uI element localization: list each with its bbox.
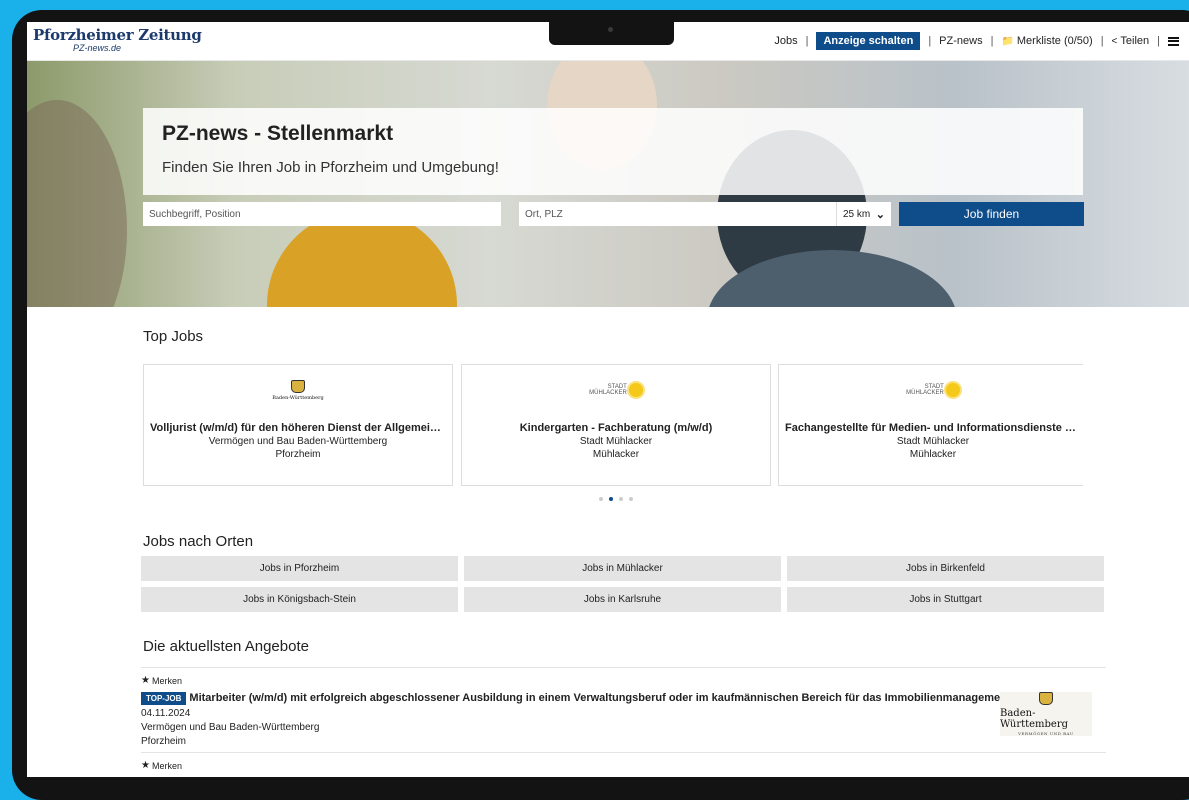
nav-jobs-link[interactable]: Jobs <box>774 35 797 47</box>
folder-icon: 📁 <box>1001 36 1014 47</box>
city-link-karlsruhe[interactable]: Jobs in Karlsruhe <box>464 587 781 612</box>
nav-separator: | <box>928 35 932 47</box>
city-link-muehlacker[interactable]: Jobs in Mühlacker <box>464 556 781 581</box>
job-finden-button[interactable]: Job finden <box>899 202 1084 226</box>
carousel-dot[interactable] <box>619 497 623 501</box>
offer-title: Mitarbeiter (w/m/d) mit erfolgreich abge… <box>189 692 1011 704</box>
star-icon: ★ <box>141 675 150 686</box>
hero-banner: PZ-news - Stellenmarkt Finden Sie Ihren … <box>27 60 1189 307</box>
nav-separator: | <box>805 35 809 47</box>
site-logo[interactable]: Pforzheimer Zeitung PZ-news.de <box>33 28 202 53</box>
star-icon: ★ <box>141 760 150 771</box>
top-nav: Jobs | Anzeige schalten | PZ-news | 📁 Mer… <box>774 32 1179 50</box>
top-jobs-carousel: Baden-Württemberg Volljurist (w/m/d) für… <box>143 364 1083 488</box>
top-job-card[interactable]: STADT MÜHLACKER Kindergarten - Fachberatu… <box>461 364 771 486</box>
merkliste-link[interactable]: 📁 Merkliste (0/50) <box>1001 35 1092 47</box>
city-link-pforzheim[interactable]: Jobs in Pforzheim <box>141 556 458 581</box>
offer-location: Pforzheim <box>141 736 187 747</box>
keyword-input[interactable]: Suchbegriff, Position <box>143 202 501 226</box>
nav-separator: | <box>990 35 994 47</box>
merken-label: Merken <box>151 760 182 771</box>
job-location: Mühlacker <box>909 449 957 460</box>
job-company: Vermögen und Bau Baden-Württemberg <box>208 436 388 447</box>
merkliste-label: Merkliste (0/50) <box>1016 35 1093 47</box>
merken-button[interactable]: ★ Merken <box>141 675 1106 686</box>
carousel-dot[interactable] <box>599 497 603 501</box>
job-location: Pforzheim <box>275 449 321 460</box>
top-job-card[interactable]: Baden-Württemberg Volljurist (w/m/d) für… <box>143 364 453 486</box>
camera-icon <box>608 27 613 32</box>
crest-icon <box>1039 692 1053 705</box>
logo-text: Baden-Württemberg <box>1000 708 1069 730</box>
company-logo: STADT MÜHLACKER <box>462 378 770 402</box>
logo-main: Pforzheimer Zeitung <box>33 26 202 44</box>
page-subtitle: Finden Sie Ihren Job in Pforzheim und Um… <box>162 159 499 176</box>
page-title: PZ-news - Stellenmarkt <box>162 122 394 145</box>
city-link-stuttgart[interactable]: Jobs in Stuttgart <box>787 587 1104 612</box>
teilen-link[interactable]: < Teilen <box>1112 35 1150 47</box>
company-logo: Baden-Württemberg <box>144 378 452 402</box>
offer-company-logo: Baden-Württemberg VERMÖGEN UND BAU <box>1000 692 1092 736</box>
anzeige-schalten-button[interactable]: Anzeige schalten <box>816 32 921 50</box>
merken-label: Merken <box>151 675 182 686</box>
hero-text-box: PZ-news - Stellenmarkt Finden Sie Ihren … <box>143 108 1083 195</box>
top-job-card[interactable]: STADT MÜHLACKER Fachangestellte für Medie… <box>778 364 1083 486</box>
hamburger-menu-icon[interactable] <box>1168 36 1179 46</box>
logo-sub: PZ-news.de <box>73 43 122 53</box>
crest-icon <box>291 379 305 393</box>
location-input[interactable]: Ort, PLZ <box>519 202 836 226</box>
offer-company: Vermögen und Bau Baden-Württemberg <box>141 722 320 733</box>
sun-icon <box>945 383 960 397</box>
city-link-birkenfeld[interactable]: Jobs in Birkenfeld <box>787 556 1104 581</box>
company-logo: STADT MÜHLACKER <box>779 378 1083 402</box>
radius-value: 25 km <box>843 208 871 220</box>
job-search-form: Suchbegriff, Position Ort, PLZ 25 km ⌄ J… <box>143 202 1084 226</box>
camera-notch <box>549 22 674 45</box>
top-jobs-heading: Top Jobs <box>143 328 204 345</box>
merken-button[interactable]: ★ Merken <box>141 760 1106 771</box>
job-title: Volljurist (w/m/d) für den höheren Diens… <box>150 422 452 434</box>
nav-separator: | <box>1100 35 1104 47</box>
offers-heading: Die aktuellsten Angebote <box>143 638 309 655</box>
job-location: Mühlacker <box>592 449 640 460</box>
offer-date: 04.11.2024 <box>141 708 191 719</box>
job-title: Fachangestellte für Medien- und Informat… <box>785 422 1083 434</box>
nav-pznews-link[interactable]: PZ-news <box>939 35 982 47</box>
chevron-down-icon: ⌄ <box>875 208 885 221</box>
logo-text: Baden-Württemberg <box>272 394 324 401</box>
job-company: Stadt Mühlacker <box>579 436 653 447</box>
logo-text: MÜHLACKER <box>589 390 627 397</box>
carousel-pagination <box>599 497 633 501</box>
list-item[interactable]: ★ Merken TOP-JOB Mitarbeiter (w/m/d) mit e… <box>141 668 1106 753</box>
offers-list: ★ Merken TOP-JOB Mitarbeiter (w/m/d) mit e… <box>141 667 1106 777</box>
job-title: Kindergarten - Fachberatung (m/w/d) <box>519 422 713 434</box>
nav-separator: | <box>1157 35 1160 47</box>
sun-icon <box>628 383 643 397</box>
job-company: Stadt Mühlacker <box>896 436 970 447</box>
logo-text: MÜHLACKER <box>906 390 944 397</box>
teilen-label: Teilen <box>1120 35 1150 47</box>
offer-title-row[interactable]: TOP-JOB Mitarbeiter (w/m/d) mit erfolgrei… <box>141 692 1106 705</box>
share-icon: < <box>1111 36 1118 47</box>
cities-grid: Jobs in Pforzheim Jobs in Mühlacker Jobs… <box>141 556 1106 612</box>
carousel-dot[interactable] <box>609 497 613 501</box>
hero-photo-shape <box>27 100 127 307</box>
top-job-badge: TOP-JOB <box>141 692 187 705</box>
radius-select[interactable]: 25 km ⌄ <box>836 202 891 226</box>
logo-text: VERMÖGEN UND BAU <box>1018 731 1074 736</box>
list-item[interactable]: ★ Merken <box>141 753 1106 777</box>
browser-viewport: Pforzheimer Zeitung PZ-news.de Jobs | An… <box>27 22 1189 777</box>
carousel-dot[interactable] <box>629 497 633 501</box>
city-link-koenigsbach-stein[interactable]: Jobs in Königsbach-Stein <box>141 587 458 612</box>
cities-heading: Jobs nach Orten <box>143 533 254 550</box>
